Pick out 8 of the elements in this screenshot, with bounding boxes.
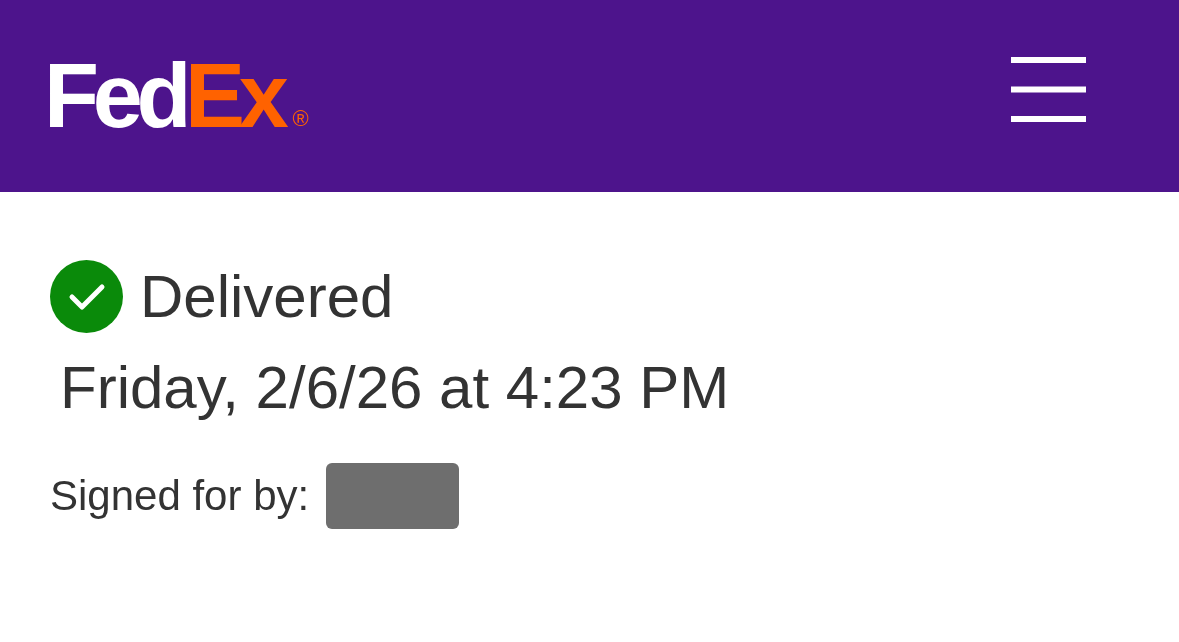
menu-icon[interactable]	[1011, 56, 1086, 122]
logo-text: Fed	[44, 58, 186, 134]
registered-mark: ®	[292, 108, 309, 130]
logo-text: Ex	[185, 58, 283, 134]
status-label: Delivered	[140, 261, 394, 332]
delivery-date: Friday, 2/6/26 at 4:23 PM	[60, 354, 730, 421]
check-circle-icon	[50, 260, 123, 333]
signed-for-label: Signed for by:	[50, 471, 310, 521]
